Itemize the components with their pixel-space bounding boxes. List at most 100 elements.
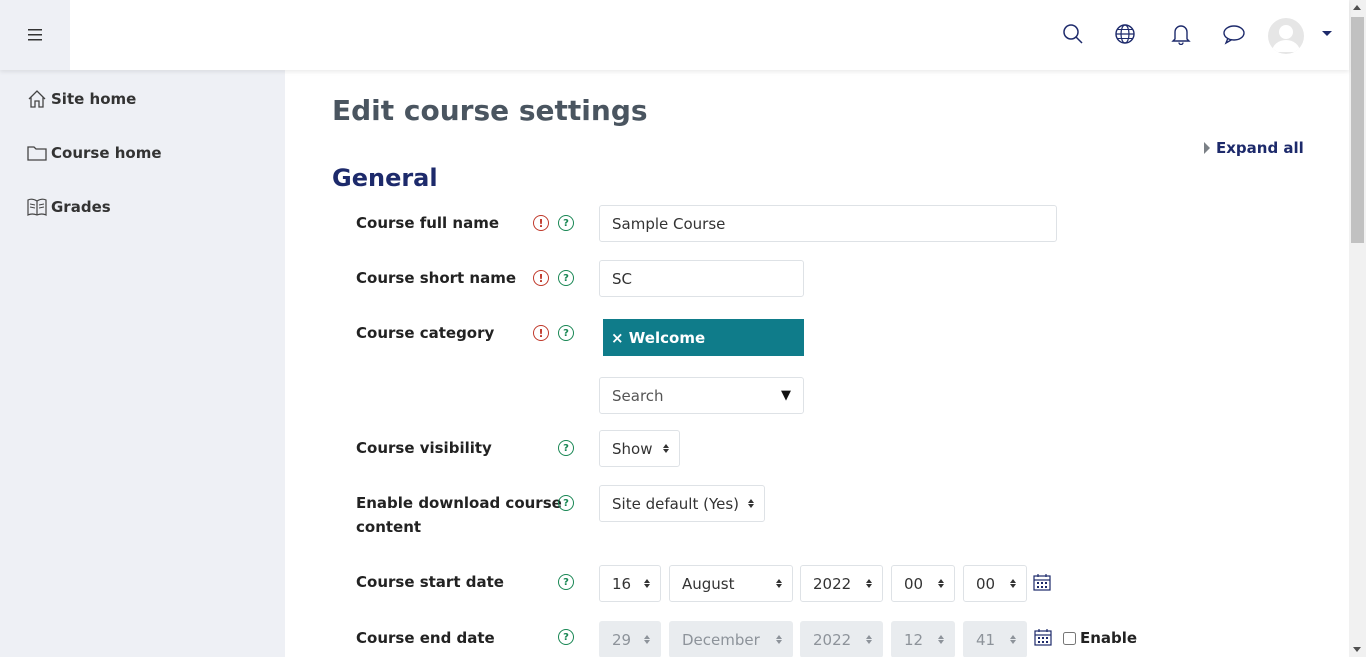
select-arrows-icon: [938, 579, 944, 588]
select-arrows-icon: [1010, 579, 1016, 588]
page-title: Edit course settings: [332, 94, 648, 127]
sidebar-item-label: Site home: [51, 90, 137, 108]
sidebar-item-grades[interactable]: Grades: [27, 195, 111, 219]
end-hour-value: 12: [904, 630, 924, 649]
bell-icon: [1171, 25, 1191, 45]
sidebar-item-label: Course home: [51, 144, 162, 162]
end-day-select[interactable]: 29: [599, 621, 661, 657]
grades-book-icon: [27, 198, 47, 216]
end-month-value: December: [682, 630, 760, 649]
start-hour-value: 00: [904, 574, 924, 593]
help-icon[interactable]: ?: [558, 325, 574, 341]
sidebar-item-course-home[interactable]: Course home: [27, 141, 162, 165]
sidebar-item-site-home[interactable]: Site home: [27, 87, 136, 111]
start-day-value: 16: [612, 574, 632, 593]
end-year-select[interactable]: 2022: [800, 621, 883, 657]
category-selected-tag[interactable]: × Welcome: [603, 319, 804, 356]
start-year-select[interactable]: 2022: [800, 565, 883, 602]
download-value: Site default (Yes): [612, 494, 740, 513]
select-arrows-icon: [866, 635, 872, 644]
avatar-icon: [1272, 25, 1300, 52]
end-date-enable-label: Enable: [1080, 629, 1138, 647]
download-label-line2: content: [356, 518, 422, 536]
main-content: Edit course settings Expand all General …: [285, 70, 1349, 657]
top-navbar: [0, 0, 1349, 70]
calendar-icon[interactable]: [1034, 628, 1052, 646]
category-search-placeholder: Search: [612, 386, 664, 405]
messages-button[interactable]: [1220, 20, 1248, 48]
select-arrows-icon: [663, 444, 669, 453]
select-arrows-icon: [748, 499, 754, 508]
language-button[interactable]: [1111, 20, 1139, 48]
notifications-button[interactable]: [1167, 20, 1195, 48]
expand-all-link[interactable]: Expand all: [1204, 139, 1304, 157]
category-tag-label: × Welcome: [611, 328, 706, 347]
start-month-value: August: [682, 574, 735, 593]
select-arrows-icon: [1010, 635, 1016, 644]
end-minute-select[interactable]: 41: [963, 621, 1027, 657]
required-icon: !: [533, 270, 549, 286]
end-month-select[interactable]: December: [669, 621, 793, 657]
help-icon[interactable]: ?: [558, 629, 574, 645]
search-button[interactable]: [1059, 20, 1087, 48]
sidebar: Site home Course home Grades: [0, 70, 285, 657]
end-date-label: Course end date: [356, 629, 495, 647]
sidebar-item-label: Grades: [51, 198, 111, 216]
expand-triangle-icon: [1204, 142, 1210, 154]
scrollbar-thumb[interactable]: [1351, 17, 1364, 243]
start-hour-select[interactable]: 00: [891, 565, 955, 602]
course-full-name-input[interactable]: [599, 205, 1057, 242]
end-minute-value: 41: [976, 630, 996, 649]
end-year-value: 2022: [813, 630, 852, 649]
required-icon: !: [533, 215, 549, 231]
scroll-up-arrow-icon[interactable]: [1353, 5, 1361, 10]
category-label: Course category: [356, 324, 495, 342]
help-icon[interactable]: ?: [558, 215, 574, 231]
select-arrows-icon: [644, 635, 650, 644]
category-search-dropdown[interactable]: Search ▼: [599, 377, 804, 414]
help-icon[interactable]: ?: [558, 270, 574, 286]
required-icon: !: [533, 325, 549, 341]
end-day-value: 29: [612, 630, 632, 649]
download-content-select[interactable]: Site default (Yes): [599, 485, 765, 522]
end-date-enable-checkbox[interactable]: [1063, 631, 1076, 645]
visibility-select[interactable]: Show: [599, 430, 680, 467]
menu-icon: [28, 29, 42, 41]
select-arrows-icon: [866, 579, 872, 588]
start-minute-select[interactable]: 00: [963, 565, 1027, 602]
chat-icon: [1223, 25, 1245, 45]
page-scrollbar[interactable]: [1349, 0, 1366, 657]
start-month-select[interactable]: August: [669, 565, 793, 602]
start-date-label: Course start date: [356, 573, 504, 591]
select-arrows-icon: [776, 579, 782, 588]
course-short-name-input[interactable]: [599, 260, 804, 297]
folder-icon: [27, 146, 47, 161]
select-arrows-icon: [776, 635, 782, 644]
download-label-line1: Enable download course: [356, 494, 562, 512]
full-name-label: Course full name: [356, 214, 500, 232]
help-icon[interactable]: ?: [558, 440, 574, 456]
globe-icon: [1115, 24, 1135, 44]
dropdown-arrow-icon: ▼: [781, 388, 791, 403]
caret-down-icon[interactable]: [1322, 31, 1332, 36]
section-title-general[interactable]: General: [332, 164, 438, 192]
end-hour-select[interactable]: 12: [891, 621, 955, 657]
select-arrows-icon: [644, 579, 650, 588]
user-avatar[interactable]: [1268, 18, 1304, 54]
expand-all-label: Expand all: [1216, 139, 1304, 157]
start-year-value: 2022: [813, 574, 852, 593]
menu-toggle-button[interactable]: [0, 0, 70, 70]
start-minute-value: 00: [976, 574, 996, 593]
select-arrows-icon: [938, 635, 944, 644]
home-icon: [28, 90, 46, 108]
search-icon: [1063, 24, 1083, 44]
scroll-down-arrow-icon[interactable]: [1353, 647, 1361, 652]
calendar-icon[interactable]: [1033, 573, 1051, 591]
short-name-label: Course short name: [356, 269, 517, 287]
visibility-label: Course visibility: [356, 439, 492, 457]
end-date-enable[interactable]: Enable: [1063, 629, 1137, 647]
help-icon[interactable]: ?: [558, 495, 574, 511]
help-icon[interactable]: ?: [558, 574, 574, 590]
start-day-select[interactable]: 16: [599, 565, 661, 602]
visibility-value: Show: [612, 439, 653, 458]
